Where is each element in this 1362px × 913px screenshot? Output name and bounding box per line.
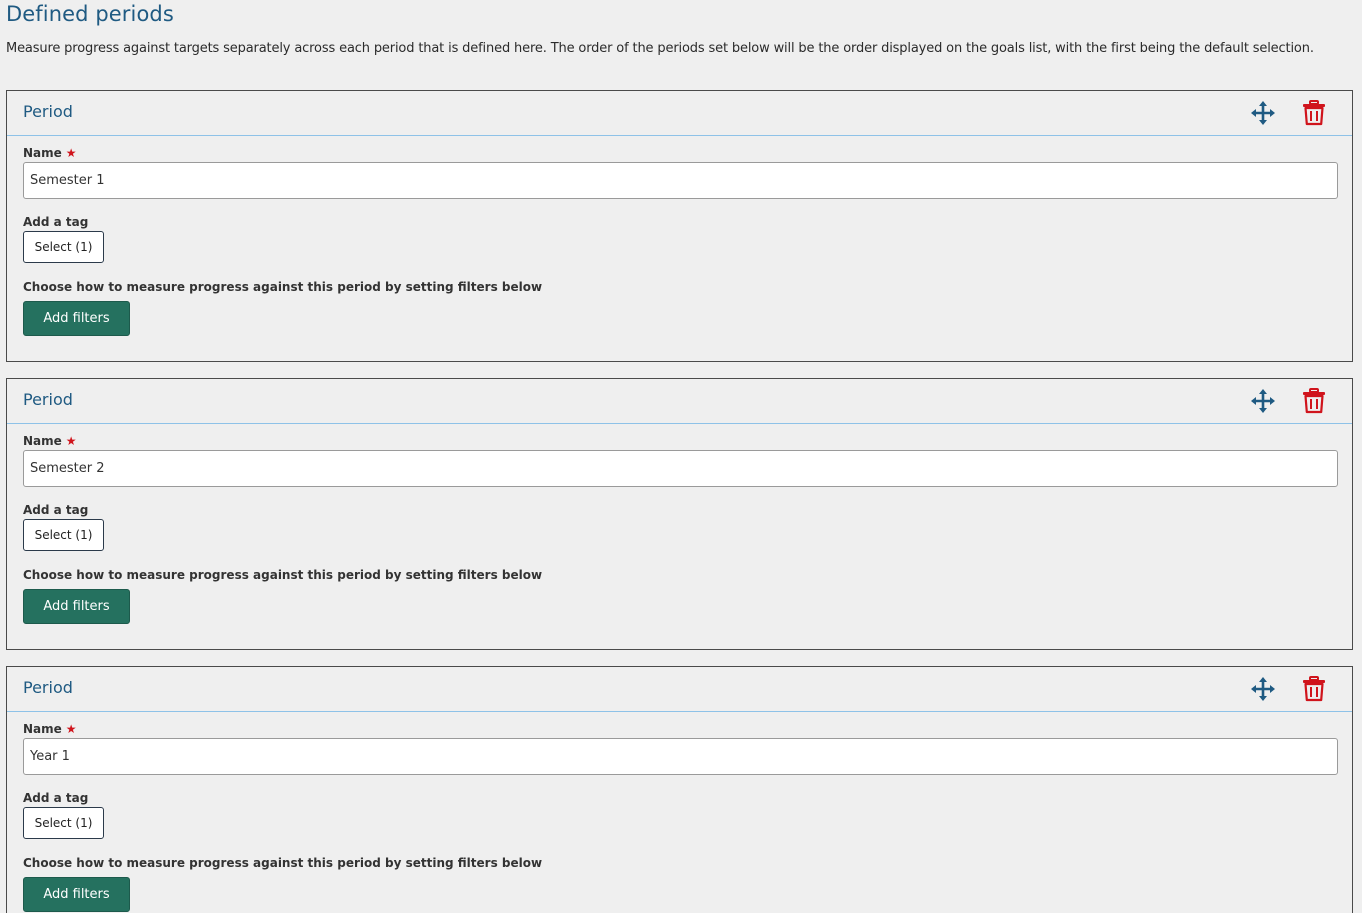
name-label: Name ★: [23, 434, 77, 448]
name-input[interactable]: [23, 450, 1338, 487]
page-description: Measure progress against targets separat…: [6, 41, 1314, 56]
period-card-header: Period: [7, 379, 1352, 424]
period-card: Period Name★ Add a tag Select (1) Choose…: [6, 666, 1353, 913]
period-card-title: Period: [23, 102, 73, 121]
tag-label: Add a tag: [23, 791, 89, 805]
defined-periods-page: Defined periods Measure progress against…: [0, 0, 1362, 913]
required-star-icon: ★: [65, 434, 77, 448]
tag-select-button[interactable]: Select (1): [23, 231, 104, 263]
filters-label: Choose how to measure progress against t…: [23, 856, 543, 870]
tag-label: Add a tag: [23, 215, 89, 229]
move-icon[interactable]: [1249, 675, 1277, 703]
trash-icon[interactable]: [1300, 387, 1328, 415]
period-card: Period Name★ Add a tag Select (1) Choose…: [6, 378, 1353, 650]
name-label: Name ★: [23, 722, 77, 736]
filters-label: Choose how to measure progress against t…: [23, 280, 543, 294]
page-title: Defined periods: [6, 2, 174, 26]
add-filters-button[interactable]: Add filters: [23, 589, 130, 624]
period-card: Period Name★ Add a tag Select (1) Choose…: [6, 90, 1353, 362]
name-input[interactable]: [23, 162, 1338, 199]
name-label: Name ★: [23, 146, 77, 160]
name-input[interactable]: [23, 738, 1338, 775]
add-filters-button[interactable]: Add filters: [23, 301, 130, 336]
filters-label: Choose how to measure progress against t…: [23, 568, 543, 582]
period-card-title: Period: [23, 390, 73, 409]
move-icon[interactable]: [1249, 99, 1277, 127]
add-filters-button[interactable]: Add filters: [23, 877, 130, 912]
tag-select-button[interactable]: Select (1): [23, 807, 104, 839]
period-card-title: Period: [23, 678, 73, 697]
trash-icon[interactable]: [1300, 675, 1328, 703]
trash-icon[interactable]: [1300, 99, 1328, 127]
required-star-icon: ★: [65, 146, 77, 160]
move-icon[interactable]: [1249, 387, 1277, 415]
required-star-icon: ★: [65, 722, 77, 736]
tag-label: Add a tag: [23, 503, 89, 517]
tag-select-button[interactable]: Select (1): [23, 519, 104, 551]
period-card-header: Period: [7, 91, 1352, 136]
period-card-header: Period: [7, 667, 1352, 712]
